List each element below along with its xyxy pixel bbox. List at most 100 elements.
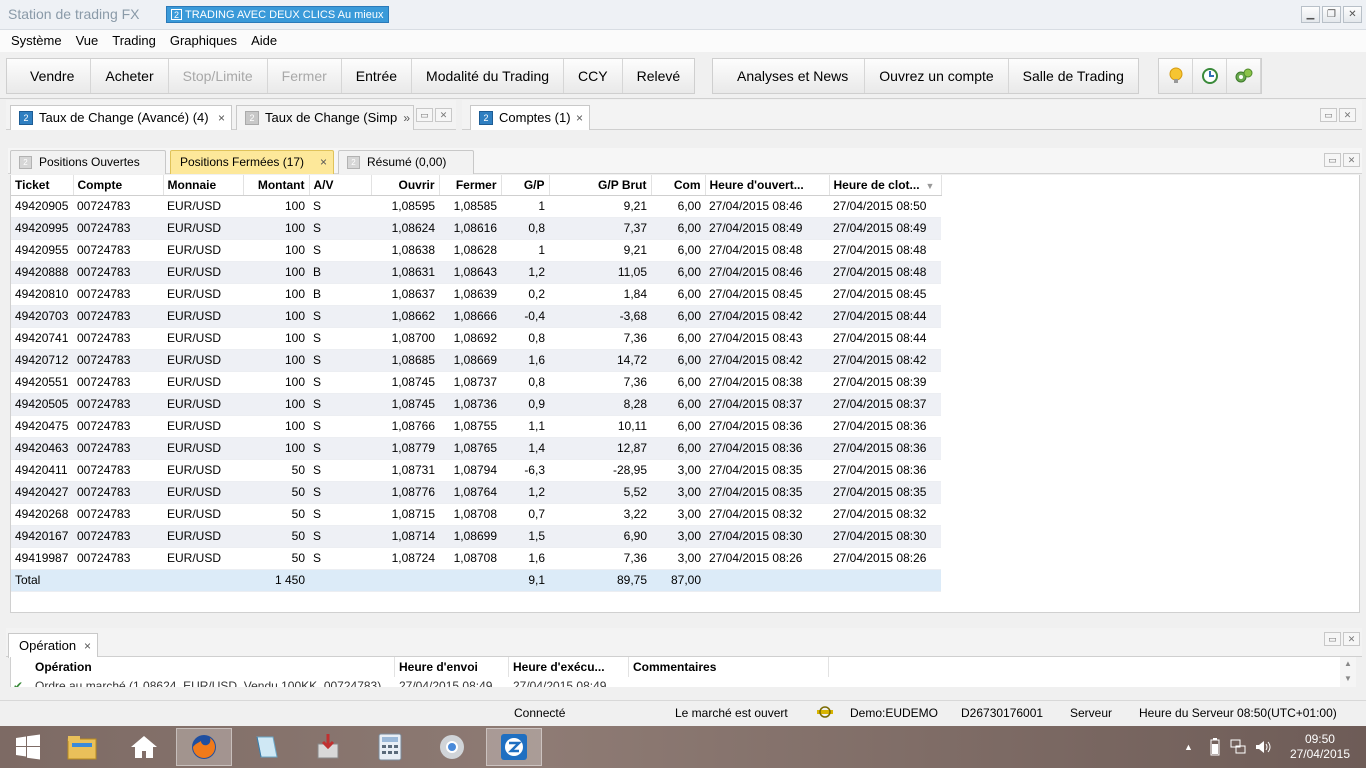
tab-closed-positions[interactable]: Positions Fermées (17) × bbox=[170, 150, 334, 174]
restore-button[interactable]: ❐ bbox=[1322, 6, 1341, 23]
sort-descending-icon[interactable]: ▼ bbox=[926, 181, 935, 191]
minimize-panel-button[interactable]: ▭ bbox=[416, 108, 433, 122]
table-row[interactable]: ✔ Ordre au marché (1,08624, EUR/USD, Ven… bbox=[11, 679, 1350, 687]
menu-aide[interactable]: Aide bbox=[244, 30, 284, 52]
scroll-up-icon[interactable]: ▲ bbox=[1340, 659, 1356, 668]
notes-app-icon[interactable] bbox=[238, 728, 294, 766]
menu-systeme[interactable]: Système bbox=[4, 30, 69, 52]
table-row[interactable]: 49420888 00724783 EUR/USD 100 B 1,08631 1,0864… bbox=[11, 261, 941, 284]
chrome-icon[interactable] bbox=[424, 728, 480, 766]
overflow-chevron-icon[interactable]: » bbox=[403, 106, 410, 130]
home-icon[interactable] bbox=[116, 728, 172, 766]
table-row[interactable]: 49420712 00724783 EUR/USD 100 S 1,08685 1,0866… bbox=[11, 349, 941, 372]
table-cell: 6,00 bbox=[651, 327, 705, 350]
table-row[interactable]: 49420810 00724783 EUR/USD 100 B 1,08637 1,0863… bbox=[11, 283, 941, 306]
table-row[interactable]: 49420551 00724783 EUR/USD 100 S 1,08745 1,0873… bbox=[11, 371, 941, 394]
trading-station-icon[interactable] bbox=[486, 728, 542, 766]
buy-button[interactable]: Acheter bbox=[91, 59, 169, 93]
column-header[interactable]: Montant bbox=[243, 175, 310, 196]
trading-mode-button[interactable]: Modalité du Trading bbox=[412, 59, 565, 93]
close-icon[interactable]: × bbox=[576, 106, 583, 130]
table-row[interactable]: 49420427 00724783 EUR/USD 50 S 1,08776 1,08764… bbox=[11, 481, 941, 504]
system-clock[interactable]: 09:50 27/04/2015 bbox=[1290, 732, 1350, 762]
menu-vue[interactable]: Vue bbox=[69, 30, 106, 52]
minimize-panel-button[interactable]: ▭ bbox=[1324, 632, 1341, 646]
trading-mode-badge[interactable]: 2 TRADING AVEC DEUX CLICS Au mieux bbox=[166, 6, 390, 23]
column-header[interactable]: Monnaie bbox=[163, 175, 244, 196]
gears-icon[interactable] bbox=[1227, 59, 1261, 93]
battery-icon[interactable] bbox=[1210, 738, 1220, 759]
minimize-panel-button[interactable]: ▭ bbox=[1324, 153, 1341, 167]
scroll-down-icon[interactable]: ▼ bbox=[1340, 674, 1356, 683]
close-panel-button[interactable]: ✕ bbox=[1343, 153, 1360, 167]
column-header[interactable]: Compte bbox=[73, 175, 164, 196]
vertical-scrollbar[interactable]: ▲ ▼ bbox=[1340, 657, 1356, 687]
close-icon[interactable]: × bbox=[218, 106, 225, 130]
tray-expand-icon[interactable]: ▲ bbox=[1184, 742, 1193, 752]
table-row[interactable]: 49420995 00724783 EUR/USD 100 S 1,08624 1,0861… bbox=[11, 217, 941, 240]
tab-accounts[interactable]: 2 Comptes (1) × bbox=[470, 105, 590, 130]
table-row[interactable]: 49419987 00724783 EUR/USD 50 S 1,08724 1,08708… bbox=[11, 547, 941, 570]
table-row[interactable]: 49420703 00724783 EUR/USD 100 S 1,08662 1,0866… bbox=[11, 305, 941, 328]
tab-rates-advanced[interactable]: 2 Taux de Change (Avancé) (4) × bbox=[10, 105, 232, 130]
table-cell: 9,21 bbox=[549, 195, 651, 218]
column-header[interactable]: Heure d'exécu... bbox=[509, 657, 629, 677]
lightbulb-icon[interactable] bbox=[1159, 59, 1193, 93]
close-panel-button[interactable]: ✕ bbox=[1339, 108, 1356, 122]
close-position-button[interactable]: Fermer bbox=[268, 59, 342, 93]
statement-button[interactable]: Relevé bbox=[623, 59, 695, 93]
minimize-panel-button[interactable]: ▭ bbox=[1320, 108, 1337, 122]
installer-icon[interactable] bbox=[300, 728, 356, 766]
analysis-news-button[interactable]: Analyses et News bbox=[713, 59, 866, 93]
file-explorer-icon[interactable] bbox=[54, 728, 110, 766]
column-header[interactable]: G/P bbox=[501, 175, 550, 196]
close-button[interactable]: ✕ bbox=[1343, 6, 1362, 23]
tab-open-positions[interactable]: 2 Positions Ouvertes bbox=[10, 150, 166, 174]
calculator-icon[interactable] bbox=[362, 728, 418, 766]
close-panel-button[interactable]: ✕ bbox=[1343, 632, 1360, 646]
panel-controls: ▭ ✕ bbox=[1320, 108, 1356, 122]
column-header[interactable]: Ouvrir bbox=[371, 175, 440, 196]
entry-button[interactable]: Entrée bbox=[342, 59, 413, 93]
stop-limit-button[interactable]: Stop/Limite bbox=[169, 59, 268, 93]
trading-room-button[interactable]: Salle de Trading bbox=[1009, 59, 1138, 93]
close-icon[interactable]: × bbox=[84, 634, 91, 658]
tab-operation[interactable]: Opération × bbox=[8, 633, 98, 658]
ccy-button[interactable]: CCY bbox=[564, 59, 623, 93]
tab-rates-simple[interactable]: 2 Taux de Change (Simp » bbox=[236, 105, 414, 130]
column-header[interactable]: G/P Brut bbox=[549, 175, 652, 196]
table-row[interactable]: 49420505 00724783 EUR/USD 100 S 1,08745 1,0873… bbox=[11, 393, 941, 416]
table-cell: 49420995 bbox=[11, 217, 73, 240]
column-header[interactable]: Heure d'ouvert... bbox=[705, 175, 830, 196]
close-panel-button[interactable]: ✕ bbox=[435, 108, 452, 122]
volume-icon[interactable] bbox=[1254, 738, 1272, 759]
open-account-button[interactable]: Ouvrez un compte bbox=[865, 59, 1009, 93]
close-icon[interactable]: × bbox=[320, 151, 327, 173]
table-row[interactable]: 49420475 00724783 EUR/USD 100 S 1,08766 1,0875… bbox=[11, 415, 941, 438]
column-header[interactable]: Heure de clot... ▼ bbox=[829, 175, 942, 196]
column-header[interactable]: Heure d'envoi bbox=[395, 657, 509, 677]
column-header[interactable]: Commentaires bbox=[629, 657, 829, 677]
windows-start-icon[interactable] bbox=[0, 728, 56, 766]
network-icon[interactable] bbox=[1230, 738, 1246, 759]
column-header[interactable]: Ticket bbox=[11, 175, 74, 196]
menu-graphiques[interactable]: Graphiques bbox=[163, 30, 244, 52]
clock-icon[interactable] bbox=[1193, 59, 1227, 93]
firefox-icon[interactable] bbox=[176, 728, 232, 766]
column-header[interactable]: Opération bbox=[31, 657, 395, 677]
column-header[interactable]: Fermer bbox=[439, 175, 502, 196]
tab-summary[interactable]: 2 Résumé (0,00) bbox=[338, 150, 474, 174]
table-row[interactable]: 49420905 00724783 EUR/USD 100 S 1,08595 1,0858… bbox=[11, 195, 941, 218]
column-header[interactable]: A/V bbox=[309, 175, 372, 196]
table-row[interactable]: 49420463 00724783 EUR/USD 100 S 1,08779 1,0876… bbox=[11, 437, 941, 460]
column-header[interactable]: Com bbox=[651, 175, 706, 196]
minimize-button[interactable]: ▁ bbox=[1301, 6, 1320, 23]
sell-button[interactable]: Vendre bbox=[7, 59, 92, 93]
table-row[interactable]: 49420955 00724783 EUR/USD 100 S 1,08638 1,0862… bbox=[11, 239, 941, 262]
table-cell: 27/04/2015 08:26 bbox=[705, 547, 829, 570]
menu-trading[interactable]: Trading bbox=[105, 30, 163, 52]
table-row[interactable]: 49420411 00724783 EUR/USD 50 S 1,08731 1,08794… bbox=[11, 459, 941, 482]
table-row[interactable]: 49420741 00724783 EUR/USD 100 S 1,08700 1,0869… bbox=[11, 327, 941, 350]
table-row[interactable]: 49420268 00724783 EUR/USD 50 S 1,08715 1,08708… bbox=[11, 503, 941, 526]
table-row[interactable]: 49420167 00724783 EUR/USD 50 S 1,08714 1,08699… bbox=[11, 525, 941, 548]
